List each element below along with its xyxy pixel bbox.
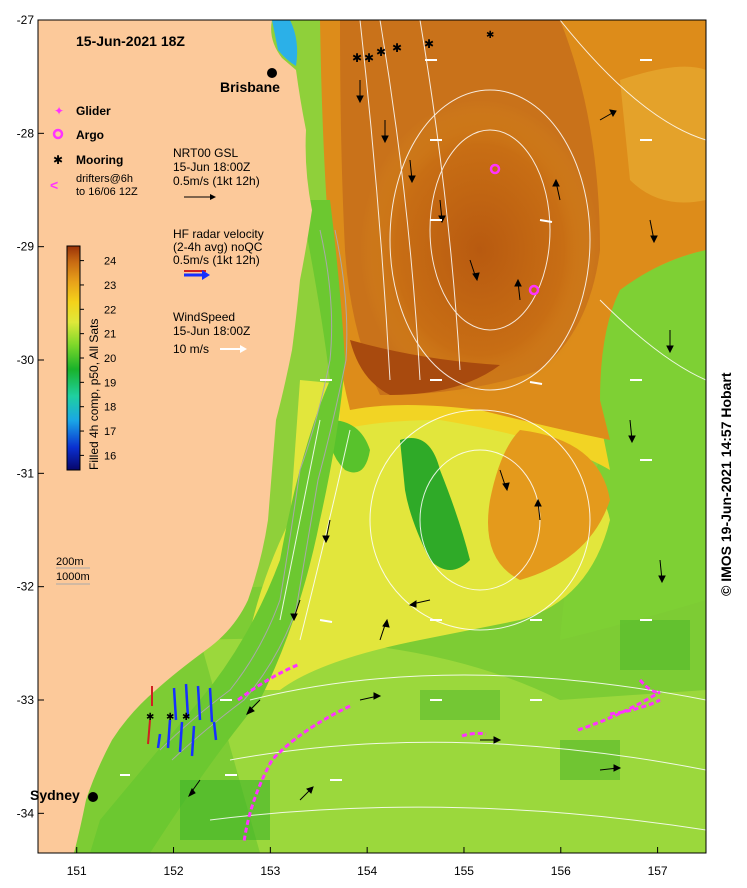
- lat-tick-label: -31: [17, 466, 35, 480]
- longitude-axis: 151 152 153 154 155 156 157: [67, 864, 668, 878]
- lat-tick-label: -33: [17, 693, 35, 707]
- lat-tick-label: -29: [17, 240, 35, 254]
- legend-nrt-line2: 15-Jun 18:00Z: [173, 160, 250, 174]
- svg-text:✱: ✱: [364, 51, 374, 65]
- colorbar-tick-label: 21: [104, 329, 116, 341]
- sydney-marker: [88, 792, 98, 802]
- colorbar-tick-label: 23: [104, 280, 116, 292]
- lon-tick-label: 155: [454, 864, 474, 878]
- legend-wind-line2: 15-Jun 18:00Z: [173, 324, 250, 338]
- colorbar-tick-label: 22: [104, 304, 116, 316]
- legend-drifters-line2: to 16/06 12Z: [76, 186, 138, 198]
- legend-wind-line3: 10 m/s: [173, 342, 209, 356]
- lat-tick-label: -30: [17, 353, 35, 367]
- colorbar-tick-label: 18: [104, 402, 116, 414]
- mooring-symbol-icon: ✱: [53, 153, 63, 167]
- legend-nrt-line3: 0.5m/s (1kt 12h): [173, 174, 260, 188]
- svg-text:✱: ✱: [424, 37, 434, 51]
- svg-text:✱: ✱: [352, 51, 362, 65]
- legend-depth-1000: 1000m: [56, 571, 90, 583]
- legend-drifters-line1: drifters@6h: [76, 173, 133, 185]
- lon-tick-label: 151: [67, 864, 87, 878]
- map-timestamp: 15-Jun-2021 18Z: [76, 33, 185, 49]
- lat-tick-label: -27: [17, 13, 35, 27]
- svg-text:✱: ✱: [392, 41, 402, 55]
- legend-hf-line2: (2-4h avg) noQC: [173, 240, 263, 254]
- svg-text:✱: ✱: [182, 712, 190, 723]
- glider-symbol-icon: ✦: [54, 104, 64, 118]
- colorbar-tick-label: 24: [104, 256, 116, 268]
- drifter-symbol-icon: <: [50, 177, 58, 193]
- colorbar-tick-label: 20: [104, 353, 116, 365]
- lat-tick-label: -28: [17, 126, 35, 140]
- legend-wind-line1: WindSpeed: [173, 310, 235, 324]
- lon-tick-label: 152: [164, 864, 184, 878]
- sst-field: ✱ ✱ ✱ ✱ ✱ ✱ ✱ ✱ ✱: [38, 20, 706, 853]
- svg-text:✱: ✱: [146, 712, 154, 723]
- legend-glider: Glider: [76, 104, 111, 118]
- lon-tick-label: 157: [648, 864, 668, 878]
- colorbar-tick-label: 17: [104, 426, 116, 438]
- imos-credit: © IMOS 19-Jun-2021 14:57 Hobart: [718, 372, 734, 596]
- city-label-sydney: Sydney: [30, 787, 80, 803]
- lon-tick-label: 154: [357, 864, 377, 878]
- lat-tick-label: -34: [17, 806, 35, 820]
- colorbar-tick-label: 19: [104, 377, 116, 389]
- legend-hf-line3: 0.5m/s (1kt 12h): [173, 253, 260, 267]
- legend-nrt-line1: NRT00 GSL: [173, 146, 238, 160]
- city-label-brisbane: Brisbane: [220, 79, 280, 95]
- legend-mooring: Mooring: [76, 153, 123, 167]
- svg-text:✱: ✱: [166, 712, 174, 723]
- svg-text:✱: ✱: [376, 45, 386, 59]
- legend-depth-200: 200m: [56, 556, 84, 568]
- latitude-axis: -27 -28 -29 -30 -31 -32 -33 -34: [17, 13, 35, 820]
- lon-tick-label: 156: [551, 864, 571, 878]
- colorbar-title: Filled 4h comp, p50, All Sats: [87, 318, 101, 470]
- legend-argo: Argo: [76, 128, 104, 142]
- svg-text:✱: ✱: [486, 30, 494, 41]
- colorbar-scale: [66, 245, 81, 471]
- lat-tick-label: -32: [17, 580, 35, 594]
- colorbar-tick-label: 16: [104, 450, 116, 462]
- brisbane-marker: [267, 68, 277, 78]
- lon-tick-label: 153: [260, 864, 280, 878]
- legend-hf-line1: HF radar velocity: [173, 227, 264, 241]
- sst-map: ✱ ✱ ✱ ✱ ✱ ✱ ✱ ✱ ✱ 151 152 153 154 155 156 157 …: [17, 13, 707, 878]
